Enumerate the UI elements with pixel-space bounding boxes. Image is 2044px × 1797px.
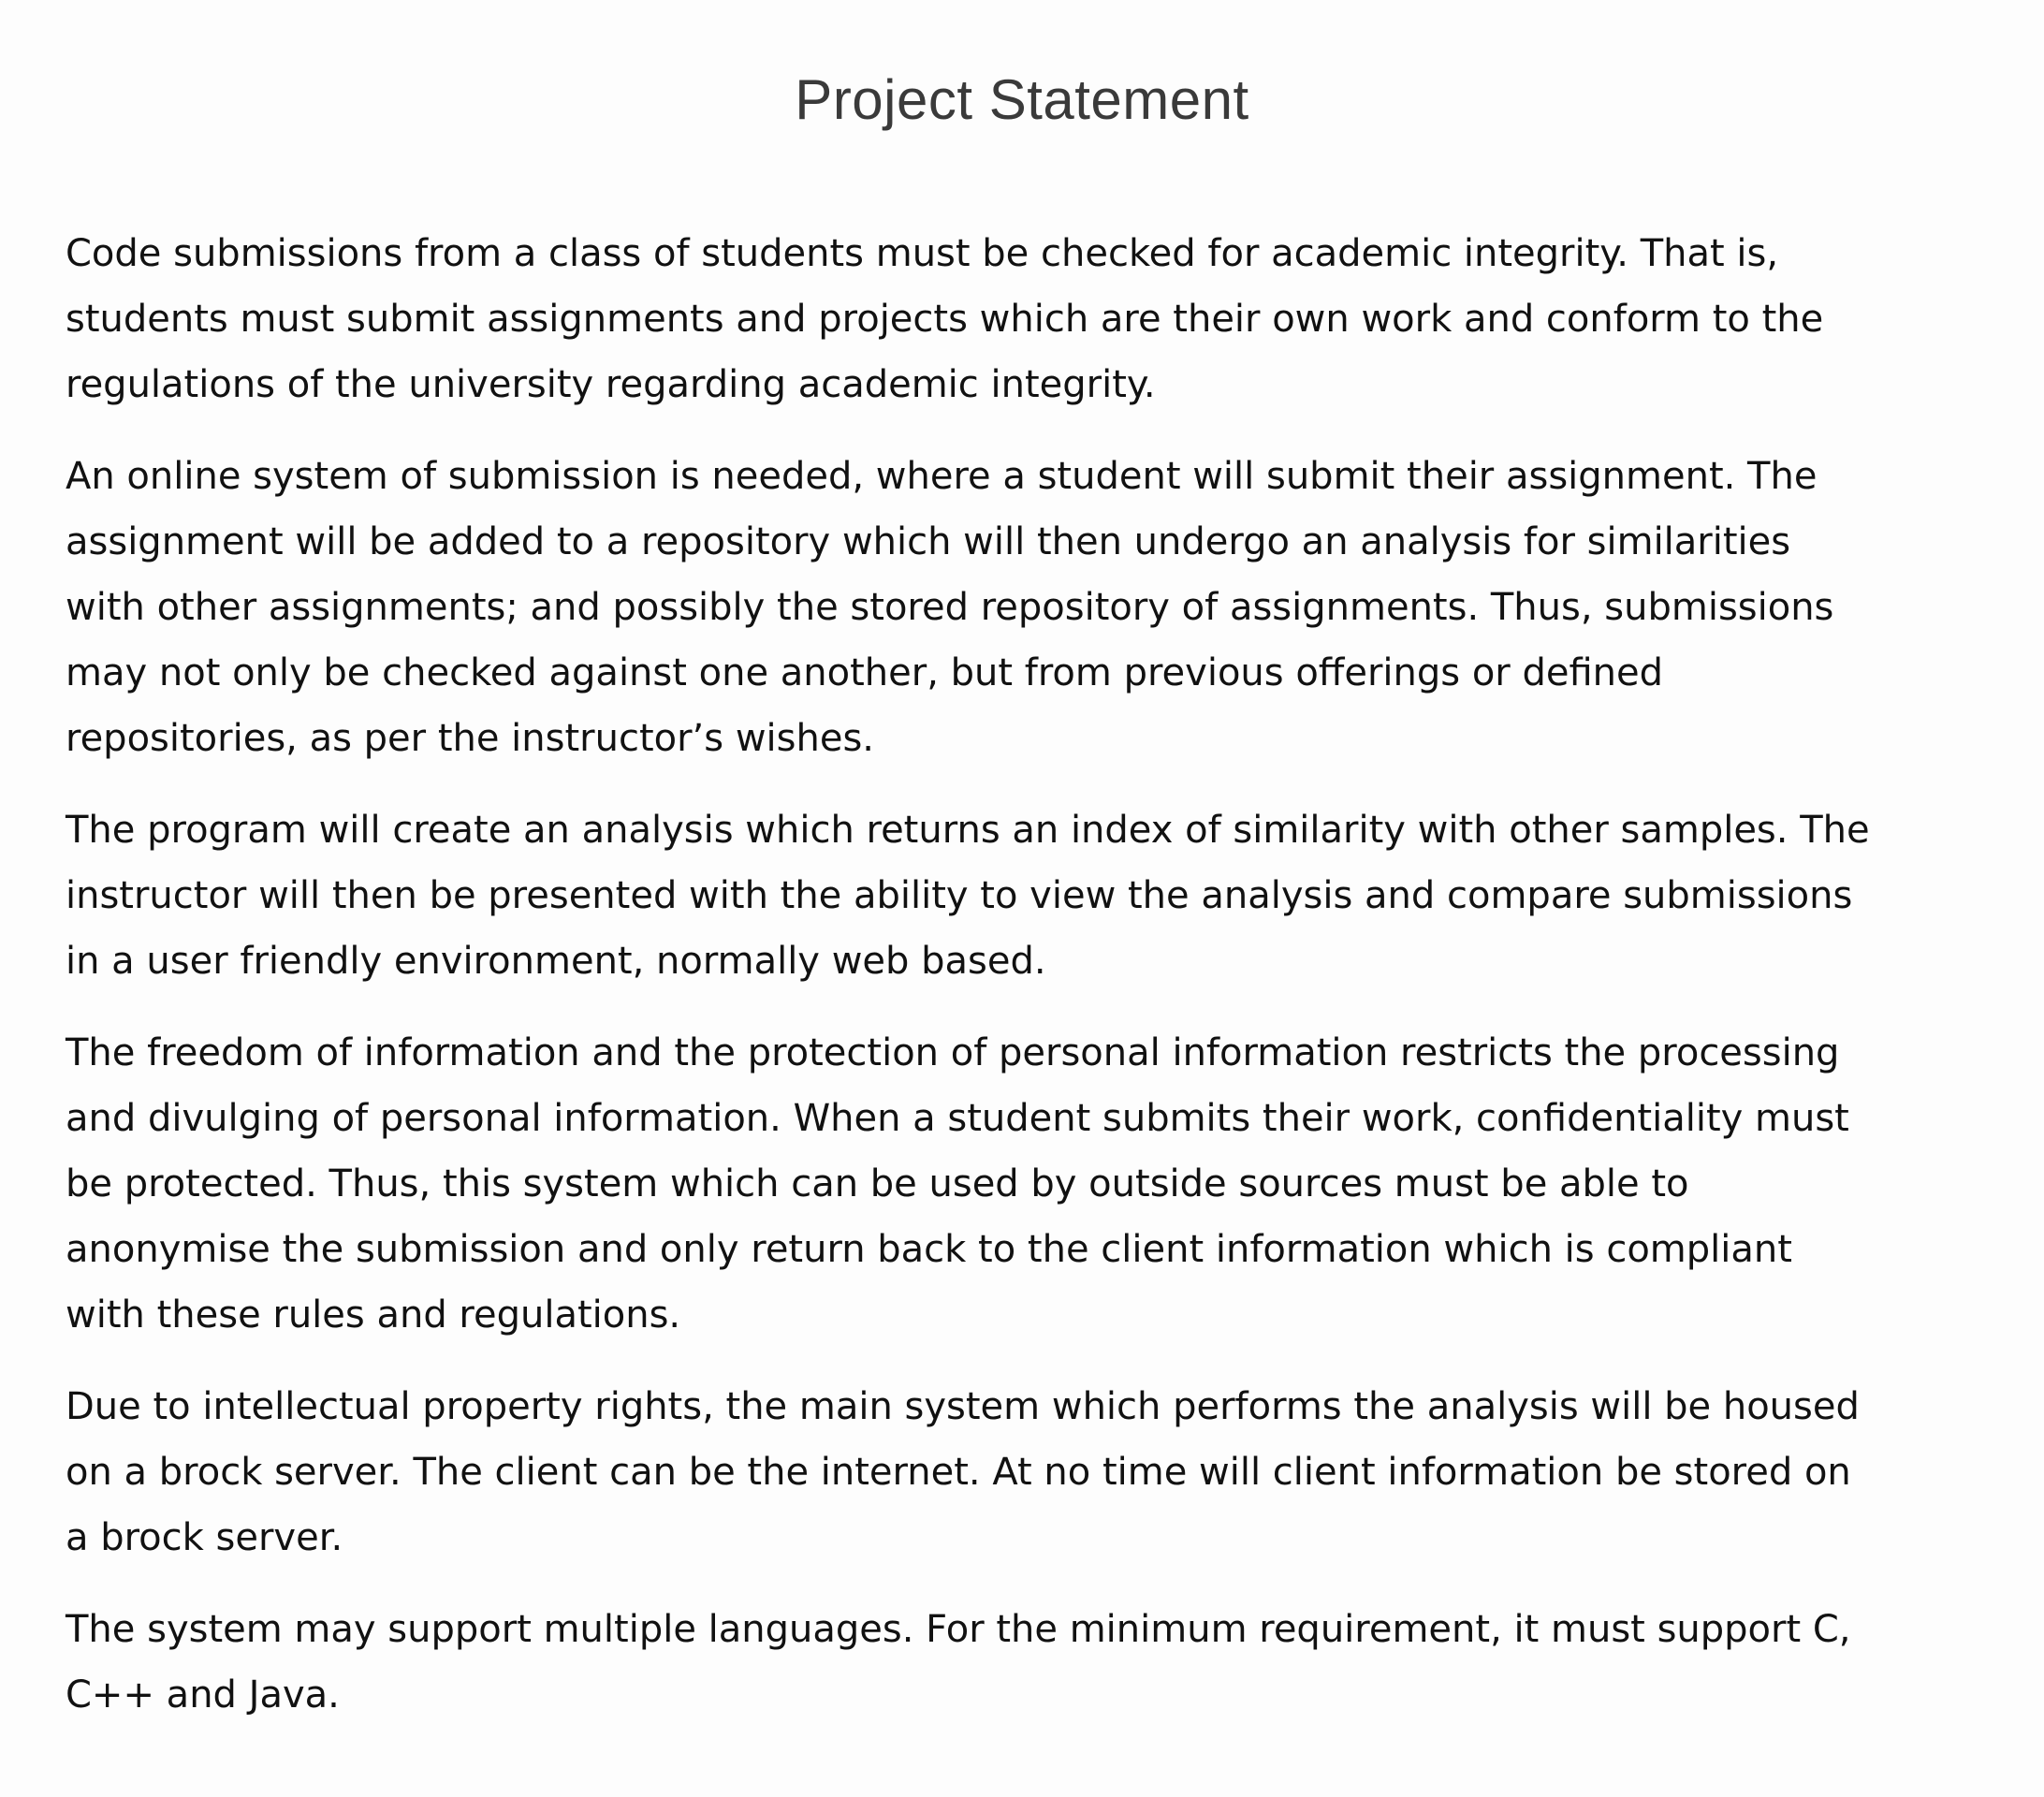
text-line: in a user friendly environment, normally…: [66, 940, 1046, 983]
text-line: with other assignments; and possibly the…: [66, 586, 1834, 629]
text-line: anonymise the submission and only return…: [66, 1228, 1792, 1271]
text-line: The program will create an analysis whic…: [66, 809, 1870, 852]
document-body: Code submissions from a class of student…: [66, 221, 2040, 1754]
text-line: The system may support multiple language…: [66, 1608, 1851, 1651]
paragraph-privacy: The freedom of information and the prote…: [66, 1020, 2040, 1348]
paragraph-languages: The system may support multiple language…: [66, 1597, 2040, 1728]
text-line: on a brock server. The client can be the…: [66, 1451, 1851, 1494]
text-line: Code submissions from a class of student…: [66, 232, 1779, 275]
text-line: and divulging of personal information. W…: [66, 1097, 1849, 1140]
document-page: Project Statement Code submissions from …: [0, 0, 2044, 1797]
text-line: regulations of the university regarding …: [66, 363, 1156, 406]
paragraph-intellectual-property: Due to intellectual property rights, the…: [66, 1374, 2040, 1571]
text-line: students must submit assignments and pro…: [66, 298, 1824, 341]
page-title: Project Statement: [795, 68, 1249, 131]
text-line: The freedom of information and the prote…: [66, 1031, 1840, 1074]
text-line: with these rules and regulations.: [66, 1293, 681, 1337]
paragraph-online-submission: An online system of submission is needed…: [66, 444, 2040, 771]
text-line: instructor will then be presented with t…: [66, 874, 1853, 917]
text-line: C++ and Java.: [66, 1673, 340, 1717]
text-line: An online system of submission is needed…: [66, 455, 1818, 498]
paragraph-analysis: The program will create an analysis whic…: [66, 797, 2040, 994]
text-line: assignment will be added to a repository…: [66, 520, 1791, 563]
text-line: may not only be checked against one anot…: [66, 651, 1663, 694]
text-line: Due to intellectual property rights, the…: [66, 1385, 1860, 1428]
paragraph-academic-integrity: Code submissions from a class of student…: [66, 221, 2040, 417]
text-line: a brock server.: [66, 1516, 343, 1559]
text-line: be protected. Thus, this system which ca…: [66, 1162, 1689, 1205]
text-line: repositories, as per the instructor’s wi…: [66, 717, 875, 760]
